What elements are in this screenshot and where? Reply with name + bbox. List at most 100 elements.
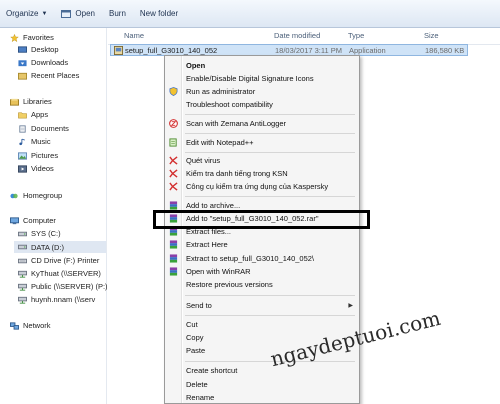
menu-item-delete[interactable]: Delete (186, 380, 208, 389)
column-header-type[interactable]: Type (348, 31, 364, 40)
sidebar-item-libraries[interactable]: Libraries (10, 97, 52, 106)
winrar-icon (169, 240, 178, 249)
sidebar-label-drive-c: SYS (C:) (31, 229, 61, 238)
sidebar-item-recent-places[interactable]: Recent Places (18, 71, 79, 80)
star-icon (10, 33, 19, 42)
menu-separator (185, 315, 355, 316)
folder-icon (18, 111, 27, 118)
sidebar-label-videos: Videos (31, 164, 54, 173)
sidebar-item-homegroup[interactable]: Homegroup (10, 191, 62, 200)
network-drive-icon (18, 296, 27, 304)
menu-item-paste[interactable]: Paste (186, 346, 205, 355)
drive-icon (18, 231, 27, 236)
downloads-folder-icon (18, 59, 27, 66)
menu-item-kaspersky-app-check[interactable]: Công cụ kiểm tra ứng dụng của Kaspersky (186, 182, 328, 191)
chevron-down-icon: ▼ (41, 10, 48, 17)
sidebar-label-documents: Documents (31, 124, 69, 133)
network-drive-icon (18, 270, 27, 278)
sidebar-label-downloads: Downloads (31, 58, 69, 67)
menu-item-open[interactable]: Open (186, 61, 205, 70)
notepad-plus-icon (169, 138, 177, 147)
menu-item-notepad-plus[interactable]: Edit with Notepad++ (186, 138, 254, 147)
sidebar-item-drive-d[interactable]: DATA (D:) (14, 241, 106, 253)
column-header-date-modified[interactable]: Date modified (274, 31, 320, 40)
installer-icon (114, 46, 123, 55)
sidebar-item-kythuat[interactable]: KyThuat (\\SERVER) (18, 269, 101, 278)
menu-item-digital-signature[interactable]: Enable/Disable Digital Signature Icons (186, 74, 314, 83)
winrar-icon (169, 254, 178, 263)
burn-button[interactable]: Burn (109, 9, 126, 18)
sidebar-item-desktop[interactable]: Desktop (18, 45, 59, 54)
sidebar-label-recent-places: Recent Places (31, 71, 80, 80)
organize-label: Organize (6, 9, 39, 18)
sidebar-label-apps: Apps (31, 110, 49, 119)
documents-icon (19, 124, 26, 133)
homegroup-icon (10, 193, 18, 198)
menu-item-scan-virus[interactable]: Quét virus (186, 156, 220, 165)
menu-item-extract-here[interactable]: Extract Here (186, 240, 228, 249)
sidebar-label-libraries: Libraries (23, 97, 52, 106)
sidebar-label-public: Public (\\SERVER) (P:) (31, 282, 108, 291)
menu-separator (185, 295, 355, 296)
sidebar-item-videos[interactable]: Videos (18, 164, 54, 173)
sidebar-item-favorites[interactable]: Favorites (10, 33, 54, 42)
column-header-size[interactable]: Size (424, 31, 439, 40)
file-type: Application (349, 46, 386, 55)
organize-button[interactable]: Organize ▼ (6, 9, 47, 18)
pictures-icon (18, 151, 27, 160)
sidebar-item-public[interactable]: Public (\\SERVER) (P:) (18, 282, 108, 291)
menu-item-restore-previous-versions[interactable]: Restore previous versions (186, 280, 273, 289)
extract-here-highlight-box (153, 210, 370, 229)
sidebar-label-huynh: huynh.nnam (\\serv (31, 295, 96, 304)
menu-item-extract-to-folder[interactable]: Extract to setup_full_G3010_140_052\ (186, 254, 314, 263)
sidebar-item-apps[interactable]: Apps (18, 110, 48, 119)
file-date-modified: 18/03/2017 3:11 PM (275, 46, 342, 55)
sidebar-label-kythuat: KyThuat (\\SERVER) (31, 269, 101, 278)
drive-icon (18, 244, 27, 250)
menu-item-troubleshoot[interactable]: Troubleshoot compatibility (186, 100, 273, 109)
sidebar-item-huynh[interactable]: huynh.nnam (\\serv (18, 295, 95, 304)
burn-label: Burn (109, 9, 126, 18)
menu-item-copy[interactable]: Copy (186, 333, 204, 342)
sidebar-item-downloads[interactable]: Downloads (18, 58, 68, 67)
cd-drive-icon (18, 258, 27, 263)
sidebar-label-pictures: Pictures (31, 151, 59, 160)
menu-item-scan-zemana[interactable]: Scan with Zemana AntiLogger (186, 119, 286, 128)
menu-item-ksn-reputation[interactable]: Kiểm tra danh tiếng trong KSN (186, 169, 288, 178)
new-folder-button[interactable]: New folder (140, 9, 178, 18)
column-header-row: Name Date modified Type Size (108, 28, 500, 45)
sidebar-label-favorites: Favorites (23, 33, 54, 42)
sidebar-label-network: Network (23, 321, 51, 330)
sidebar-item-cd-drive[interactable]: CD Drive (F:) Printer (18, 256, 99, 265)
open-button[interactable]: Open (61, 9, 95, 18)
open-label: Open (75, 9, 95, 18)
menu-item-rename[interactable]: Rename (186, 393, 214, 402)
command-toolbar: Organize ▼ Open Burn New folder (0, 0, 500, 28)
menu-separator (185, 114, 355, 115)
libraries-icon (10, 98, 19, 106)
computer-icon (10, 216, 19, 224)
sidebar-item-computer[interactable]: Computer (10, 216, 56, 225)
menu-separator (185, 361, 355, 362)
winrar-icon (169, 201, 178, 210)
column-header-name[interactable]: Name (124, 31, 144, 40)
menu-item-add-to-archive[interactable]: Add to archive... (186, 201, 240, 210)
shield-icon (169, 87, 178, 96)
kaspersky-icon (169, 182, 178, 191)
menu-item-create-shortcut[interactable]: Create shortcut (186, 366, 237, 375)
menu-item-cut[interactable]: Cut (186, 320, 198, 329)
sidebar-item-drive-c[interactable]: SYS (C:) (18, 229, 61, 238)
sidebar-item-music[interactable]: Music (18, 137, 51, 146)
menu-separator (185, 133, 355, 134)
sidebar-label-music: Music (31, 137, 51, 146)
menu-separator (185, 196, 355, 197)
menu-item-open-with-winrar[interactable]: Open with WinRAR (186, 267, 251, 276)
music-icon (19, 138, 25, 145)
menu-item-run-as-admin[interactable]: Run as administrator (186, 87, 255, 96)
sidebar-label-computer: Computer (23, 216, 56, 225)
sidebar-item-documents[interactable]: Documents (18, 124, 69, 133)
kaspersky-icon (169, 169, 178, 178)
menu-item-send-to[interactable]: Send to (186, 301, 212, 310)
sidebar-item-pictures[interactable]: Pictures (18, 151, 58, 160)
sidebar-item-network[interactable]: Network (10, 321, 51, 330)
